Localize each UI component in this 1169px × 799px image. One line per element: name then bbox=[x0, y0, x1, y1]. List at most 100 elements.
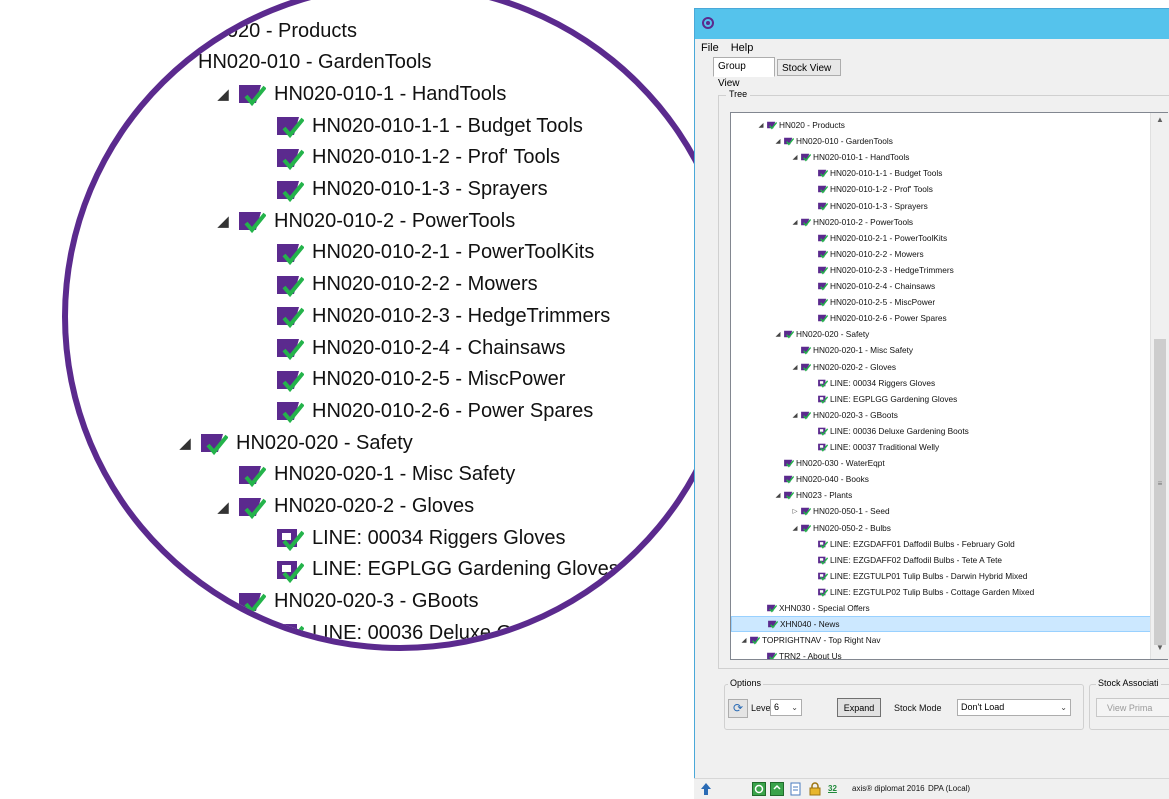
tree-row[interactable]: HN020-010-2-4 - Chainsaws bbox=[807, 278, 935, 294]
tree-row-selected[interactable]: XHN040 - News bbox=[731, 616, 1167, 633]
tree-row[interactable]: ◢ HN020-020 - Safety bbox=[773, 326, 870, 342]
lock-icon[interactable] bbox=[808, 782, 822, 796]
expand-button[interactable]: Expand bbox=[837, 698, 881, 717]
tree-row[interactable]: ◢ HN020 - Products bbox=[756, 117, 845, 133]
tree-row[interactable]: ◢ HN023 - Plants bbox=[773, 487, 853, 503]
tree-row[interactable]: HN020-010 - GardenTools bbox=[172, 48, 431, 78]
tree-row-label: HN020-010-2-5 - MiscPower bbox=[830, 297, 936, 308]
tree-row-label: LINE: 00036 Deluxe Gardening Boots bbox=[830, 425, 969, 436]
tree-row[interactable]: HN020-010-2-6 - Power Spares bbox=[807, 310, 947, 326]
tree-row[interactable]: HN020-010-1-3 - Sprayers bbox=[248, 175, 548, 205]
tree-scrollbar[interactable]: ▲ ≡ ▼ bbox=[1150, 113, 1169, 659]
tree-row[interactable]: ◢ HN020-010-1 - HandTools bbox=[790, 149, 910, 165]
tree-row[interactable]: LINE: EZGDAFF02 Daffodil Bulbs - Tete A … bbox=[807, 552, 1002, 568]
tree-row[interactable]: ◢ HN020-050-2 - Bulbs bbox=[790, 520, 891, 536]
tree-row[interactable]: HN020-010-1-2 - Prof' Tools bbox=[248, 143, 560, 173]
tree-row-label: LINE: EZGTULP02 Tulip Bulbs - Cottage Ga… bbox=[830, 586, 1035, 597]
count-badge[interactable]: 32 bbox=[828, 784, 837, 793]
tree-row[interactable]: HN020-010-2-3 - HedgeTrimmers bbox=[807, 262, 954, 278]
tree-row[interactable]: XHN030 - Special Offers bbox=[756, 600, 870, 616]
expanded-triangle-icon[interactable]: ◢ bbox=[172, 434, 198, 452]
expanded-triangle-icon[interactable]: ◢ bbox=[790, 524, 800, 532]
tree-row[interactable]: HN020-010-2-5 - MiscPower bbox=[807, 294, 935, 310]
tree-label: Tree bbox=[726, 89, 751, 99]
tree-row-label: TOPRIGHTNAV - Top Right Nav bbox=[762, 635, 881, 646]
tree-row[interactable]: LINE: 00036 Deluxe Gardening Boots bbox=[248, 618, 647, 645]
refresh-button[interactable]: ⟳ bbox=[728, 699, 748, 718]
group-check-icon bbox=[766, 603, 778, 613]
tree-row[interactable]: LINE: EZGTULP01 Tulip Bulbs - Darwin Hyb… bbox=[807, 568, 1027, 584]
tree-row[interactable]: LINE: EZGTULP02 Tulip Bulbs - Cottage Ga… bbox=[807, 584, 1034, 600]
tree-row[interactable]: HN020-020-1 - Misc Safety bbox=[790, 342, 913, 358]
tree-row[interactable]: HN020 - Products bbox=[172, 16, 357, 46]
tree-row[interactable]: ▷ HN020-050-1 - Seed bbox=[790, 503, 890, 519]
expanded-triangle-icon[interactable]: ◢ bbox=[210, 212, 236, 230]
tree-row[interactable]: LINE: 00034 Riggers Gloves bbox=[248, 523, 565, 553]
tree-row[interactable]: ◢ HN020-010-2 - PowerTools bbox=[210, 206, 515, 236]
tree-row[interactable]: HN020-040 - Books bbox=[773, 471, 869, 487]
tree-row[interactable]: HN020-010-2-6 - Power Spares bbox=[248, 396, 593, 426]
tree-row[interactable]: HN020-020-1 - Misc Safety bbox=[210, 460, 515, 490]
tree-row[interactable]: LINE: 00037 Traditional Welly bbox=[807, 439, 939, 455]
tree-row[interactable]: TRN2 - About Us bbox=[756, 648, 842, 659]
tree-row[interactable]: ◢ HN020-020 - Safety bbox=[172, 428, 413, 458]
tree-row[interactable]: LINE: 00034 Riggers Gloves bbox=[807, 375, 935, 391]
tree-row[interactable]: HN020-010-2-1 - PowerToolKits bbox=[807, 230, 947, 246]
tree-row[interactable]: ◢ HN020-020-2 - Gloves bbox=[790, 359, 897, 375]
expanded-triangle-icon[interactable]: ◢ bbox=[210, 85, 236, 103]
sync-icon[interactable] bbox=[752, 782, 766, 796]
tree-row[interactable]: HN020-030 - WaterEqpt bbox=[773, 455, 885, 471]
expanded-triangle-icon[interactable]: ◢ bbox=[773, 137, 783, 145]
chevron-down-icon: ⌄ bbox=[1060, 703, 1067, 712]
expanded-triangle-icon[interactable]: ◢ bbox=[790, 218, 800, 226]
tree-row-label: HN020-020-2 - Gloves bbox=[274, 495, 475, 517]
tree-row[interactable]: HN020-010-2-2 - Mowers bbox=[248, 270, 538, 300]
tree-row[interactable]: ◢ TOPRIGHTNAV - Top Right Nav bbox=[739, 632, 881, 648]
tree-row[interactable]: LINE: EGPLGG Gardening Gloves bbox=[807, 391, 957, 407]
upload-arrow-icon[interactable] bbox=[700, 782, 712, 796]
tree-row-label: HN020-010-1-1 - Budget Tools bbox=[830, 168, 943, 179]
expanded-triangle-icon[interactable]: ◢ bbox=[790, 153, 800, 161]
group-tree[interactable]: ◢ HN020 - Products ◢ HN020-010 - GardenTo… bbox=[730, 112, 1168, 660]
tree-row[interactable]: HN020-010-1-1 - Budget Tools bbox=[248, 111, 583, 141]
tree-row[interactable]: HN020-020-3 - GBoots bbox=[210, 587, 479, 617]
window-content: Tree ◢ HN020 - Products ◢ HN020-010 - Gar… bbox=[694, 8, 1169, 799]
level-select[interactable]: 6 ⌄ bbox=[770, 699, 802, 716]
expanded-triangle-icon[interactable]: ◢ bbox=[790, 363, 800, 371]
scroll-up-icon[interactable]: ▲ bbox=[1153, 115, 1167, 129]
tree-row[interactable]: LINE: 00036 Deluxe Gardening Boots bbox=[807, 423, 969, 439]
group-check-icon bbox=[236, 81, 267, 107]
expanded-triangle-icon[interactable]: ◢ bbox=[790, 411, 800, 419]
scroll-down-icon[interactable]: ▼ bbox=[1153, 643, 1167, 657]
group-check-icon bbox=[274, 272, 305, 298]
expanded-triangle-icon[interactable]: ◢ bbox=[773, 491, 783, 499]
view-primary-button[interactable]: View Prima bbox=[1096, 698, 1169, 717]
tree-row[interactable]: HN020-010-1-2 - Prof' Tools bbox=[807, 181, 933, 197]
expanded-triangle-icon[interactable]: ◢ bbox=[773, 330, 783, 338]
tree-row[interactable]: HN020-010-2-2 - Mowers bbox=[807, 246, 924, 262]
tree-row[interactable]: HN020-010-1-3 - Sprayers bbox=[807, 198, 928, 214]
tree-row[interactable]: HN020-010-2-5 - MiscPower bbox=[248, 365, 565, 395]
tree-row[interactable]: HN020-010-2-4 - Chainsaws bbox=[248, 333, 565, 363]
group-check-icon bbox=[274, 145, 305, 171]
scrollbar-thumb[interactable]: ≡ bbox=[1154, 339, 1166, 645]
group-check-icon bbox=[800, 523, 812, 533]
tree-row[interactable]: HN020-010-2-3 - HedgeTrimmers bbox=[248, 301, 610, 331]
tree-row[interactable]: LINE: EGPLGG Gardening Gloves bbox=[248, 555, 619, 585]
document-icon[interactable] bbox=[789, 782, 803, 796]
expanded-triangle-icon[interactable]: ◢ bbox=[739, 636, 749, 644]
tree-row-label: LINE: 00034 Riggers Gloves bbox=[312, 526, 566, 549]
tree-row[interactable]: ◢ HN020-020-2 - Gloves bbox=[210, 492, 474, 522]
expanded-triangle-icon[interactable]: ◢ bbox=[756, 121, 766, 129]
tree-row[interactable]: ◢ HN020-010-2 - PowerTools bbox=[790, 214, 914, 230]
collapsed-triangle-icon[interactable]: ▷ bbox=[790, 507, 800, 515]
tree-row[interactable]: LINE: EZGDAFF01 Daffodil Bulbs - Februar… bbox=[807, 536, 1015, 552]
expanded-triangle-icon[interactable]: ◢ bbox=[210, 498, 236, 516]
tree-row[interactable]: HN020-010-1-1 - Budget Tools bbox=[807, 165, 942, 181]
sync-alt-icon[interactable] bbox=[770, 782, 784, 796]
tree-row[interactable]: ◢ HN020-010 - GardenTools bbox=[773, 133, 893, 149]
tree-row[interactable]: ◢ HN020-020-3 - GBoots bbox=[790, 407, 898, 423]
tree-row[interactable]: ◢ HN020-010-1 - HandTools bbox=[210, 79, 506, 109]
tree-row[interactable]: HN020-010-2-1 - PowerToolKits bbox=[248, 238, 594, 268]
stock-mode-select[interactable]: Don't Load ⌄ bbox=[957, 699, 1071, 716]
